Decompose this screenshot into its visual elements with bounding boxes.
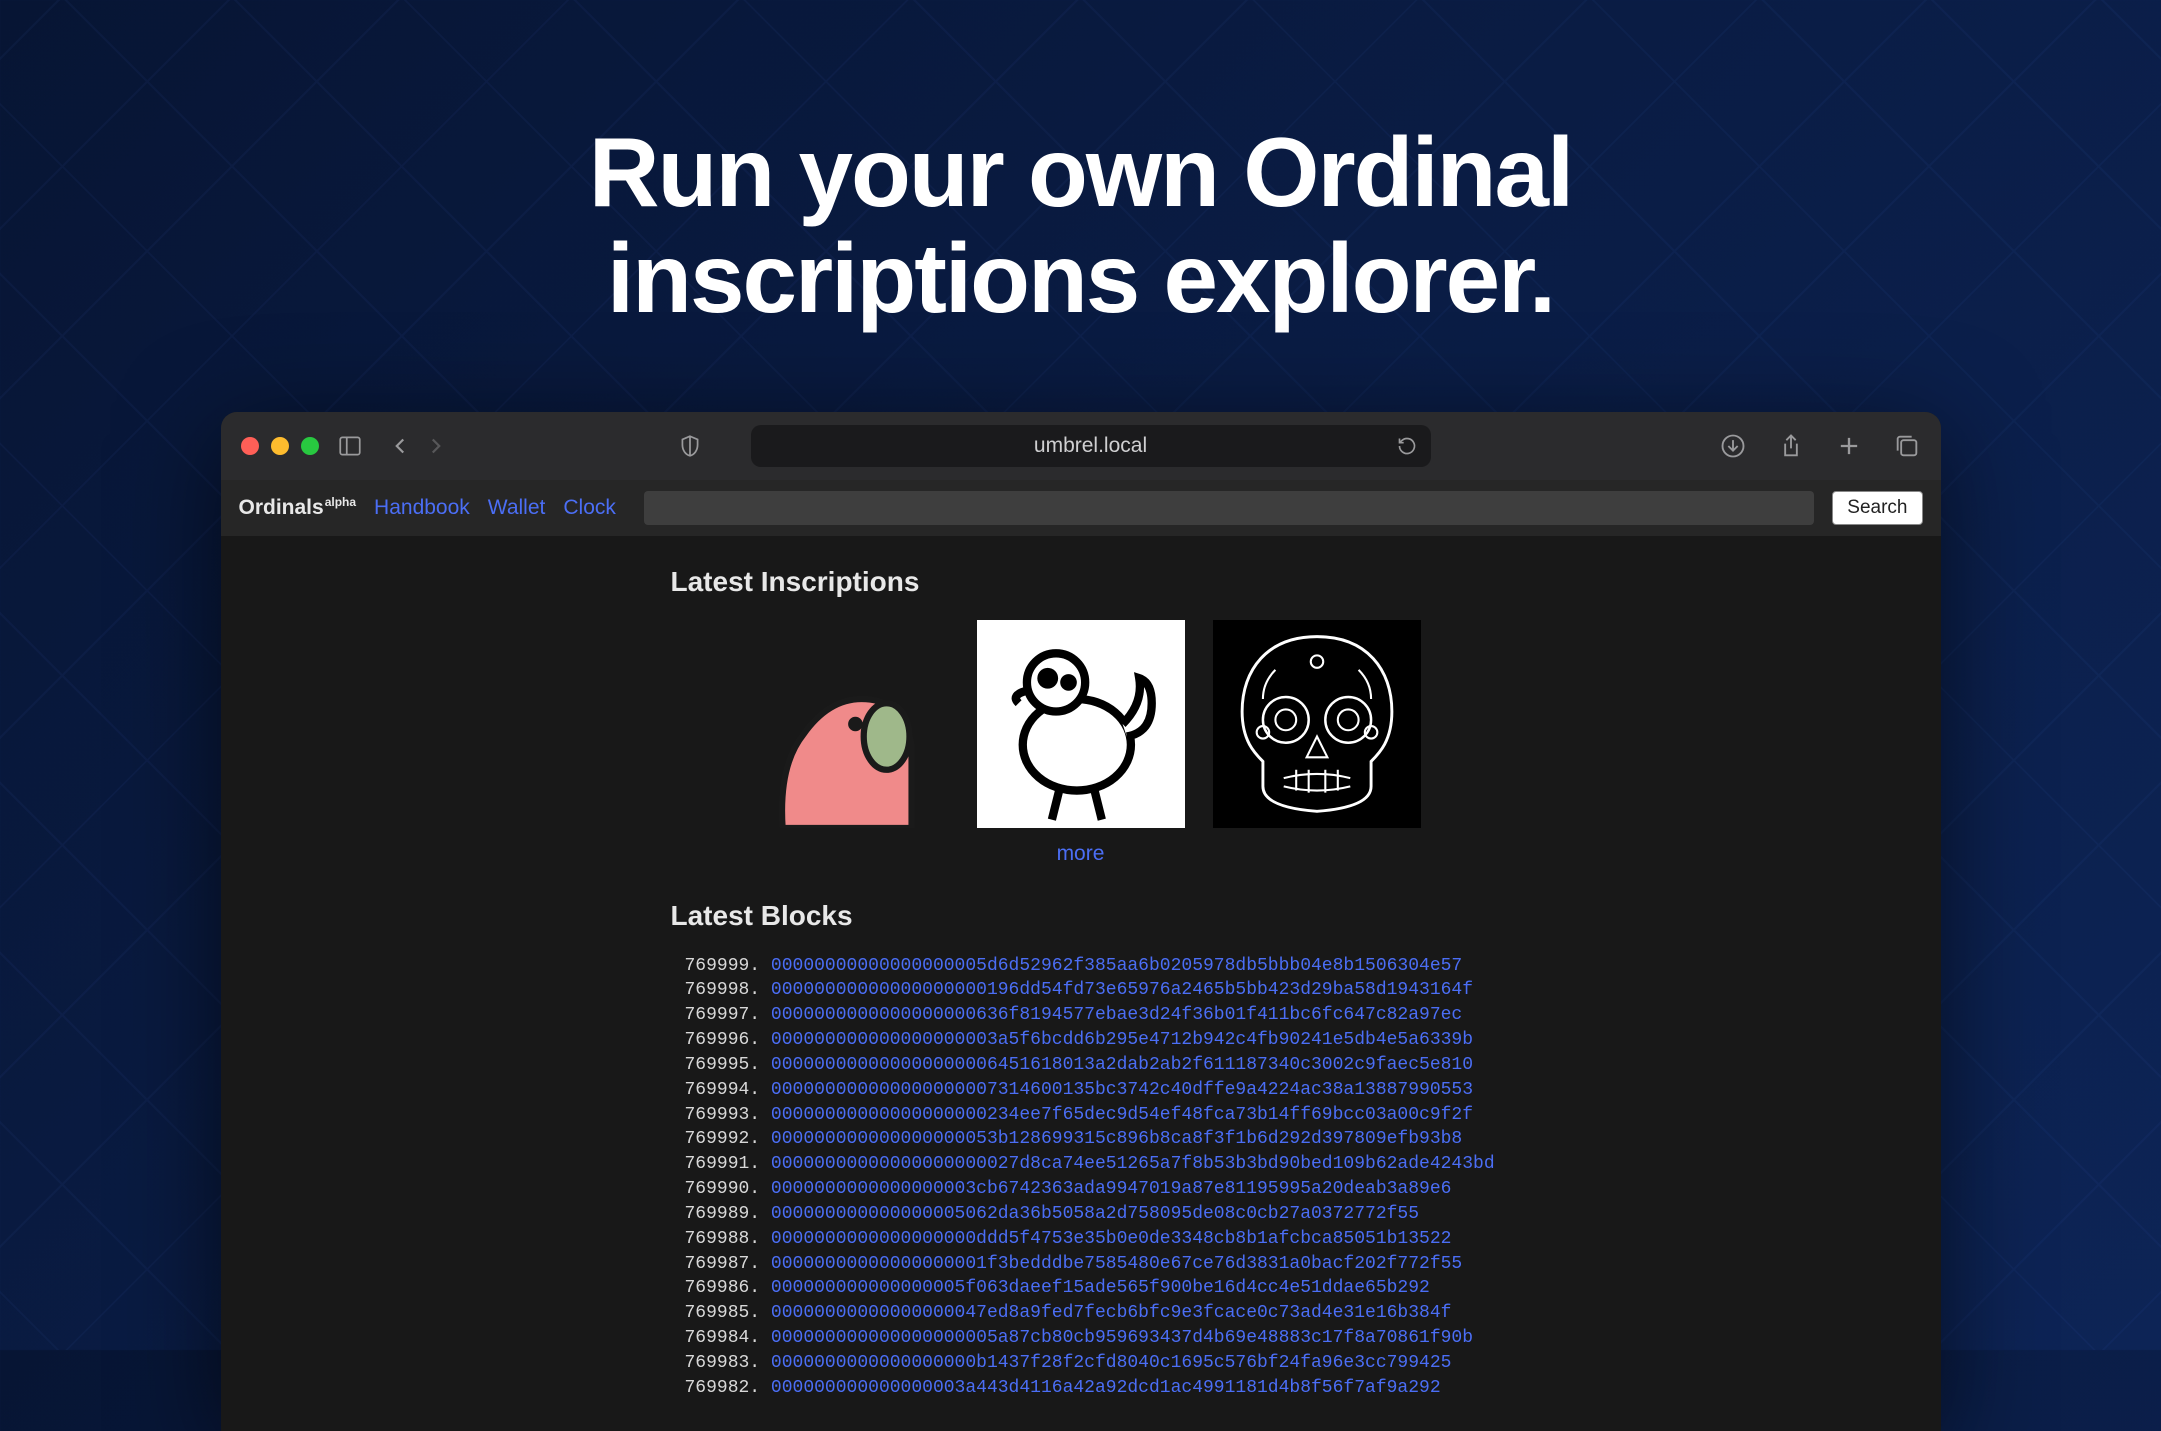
block-hash-link[interactable]: 00000000000000000005d6d52962f385aa6b0205… — [771, 956, 1462, 976]
block-height: 769990. — [685, 1179, 771, 1199]
nav-wallet[interactable]: Wallet — [488, 496, 546, 520]
block-row: 769986. 000000000000000005f063daeef15ade… — [685, 1276, 1491, 1301]
block-row: 769990. 0000000000000000003cb6742363ada9… — [685, 1177, 1491, 1202]
block-row: 769988. 0000000000000000000ddd5f4753e35b… — [685, 1227, 1491, 1252]
block-row: 769984. 000000000000000000005a87cb80cb95… — [685, 1326, 1491, 1351]
block-hash-link[interactable]: 000000000000000000003a5f6bcdd6b295e4712b… — [771, 1030, 1473, 1050]
block-height: 769985. — [685, 1303, 771, 1323]
block-hash-link[interactable]: 000000000000000000006451618013a2dab2ab2f… — [771, 1055, 1473, 1075]
block-height: 769993. — [685, 1105, 771, 1125]
nav-clock[interactable]: Clock — [563, 496, 616, 520]
url-text: umbrel.local — [1034, 434, 1147, 458]
page-content: Ordinalsalpha Handbook Wallet Clock Sear… — [221, 480, 1941, 1431]
block-row: 769996. 000000000000000000003a5f6bcdd6b2… — [685, 1028, 1491, 1053]
block-height: 769987. — [685, 1254, 771, 1274]
block-row: 769997. 0000000000000000000636f8194577eb… — [685, 1003, 1491, 1028]
block-height: 769997. — [685, 1005, 771, 1025]
search-input[interactable] — [644, 491, 1814, 525]
block-height: 769995. — [685, 1055, 771, 1075]
latest-blocks-heading: Latest Blocks — [671, 900, 1491, 932]
block-row: 769987. 00000000000000000001f3bedddbe758… — [685, 1252, 1491, 1277]
main-content: Latest Inscriptions — [671, 536, 1491, 1431]
block-hash-link[interactable]: 0000000000000000000ddd5f4753e35b0e0de334… — [771, 1229, 1452, 1249]
minimize-icon[interactable] — [271, 437, 289, 455]
block-height: 769988. — [685, 1229, 771, 1249]
window-controls — [241, 437, 319, 455]
block-hash-link[interactable]: 000000000000000003a443d4116a42a92dcd1ac4… — [771, 1378, 1441, 1398]
chrome-right-controls — [1719, 432, 1921, 460]
block-height: 769982. — [685, 1378, 771, 1398]
block-row: 769989. 000000000000000005062da36b5058a2… — [685, 1202, 1491, 1227]
block-height: 769983. — [685, 1353, 771, 1373]
privacy-shield-icon[interactable] — [677, 433, 703, 459]
block-row: 769983. 0000000000000000000b1437f28f2cfd… — [685, 1351, 1491, 1376]
block-hash-link[interactable]: 00000000000000000000196dd54fd73e65976a24… — [771, 980, 1473, 1000]
new-tab-icon[interactable] — [1835, 432, 1863, 460]
block-hash-link[interactable]: 00000000000000000000027d8ca74ee51265a7f8… — [771, 1154, 1495, 1174]
hero-title: Run your own Ordinal inscriptions explor… — [0, 0, 2161, 332]
latest-inscriptions-heading: Latest Inscriptions — [671, 566, 1491, 598]
block-hash-link[interactable]: 000000000000000000053b128699315c896b8ca8… — [771, 1129, 1462, 1149]
reload-icon[interactable] — [1397, 436, 1417, 456]
block-row: 769991. 00000000000000000000027d8ca74ee5… — [685, 1152, 1491, 1177]
block-height: 769992. — [685, 1129, 771, 1149]
maximize-icon[interactable] — [301, 437, 319, 455]
search-button[interactable]: Search — [1832, 491, 1922, 525]
back-icon[interactable] — [387, 433, 413, 459]
block-row: 769994. 000000000000000000007314600135bc… — [685, 1078, 1491, 1103]
browser-chrome: umbrel.local — [221, 412, 1941, 480]
block-hash-link[interactable]: 0000000000000000000636f8194577ebae3d24f3… — [771, 1005, 1462, 1025]
block-height: 769984. — [685, 1328, 771, 1348]
inscriptions-row — [671, 620, 1491, 828]
block-height: 769986. — [685, 1278, 771, 1298]
block-height: 769989. — [685, 1204, 771, 1224]
block-hash-link[interactable]: 000000000000000000005a87cb80cb959693437d… — [771, 1328, 1473, 1348]
block-row: 769993. 00000000000000000000234ee7f65dec… — [685, 1103, 1491, 1128]
block-hash-link[interactable]: 00000000000000000047ed8a9fed7fecb6bfc9e3… — [771, 1303, 1452, 1323]
block-hash-link[interactable]: 0000000000000000000b1437f28f2cfd8040c169… — [771, 1353, 1452, 1373]
block-hash-link[interactable]: 000000000000000005062da36b5058a2d758095d… — [771, 1204, 1419, 1224]
close-icon[interactable] — [241, 437, 259, 455]
block-height: 769998. — [685, 980, 771, 1000]
block-hash-link[interactable]: 00000000000000000001f3bedddbe7585480e67c… — [771, 1254, 1462, 1274]
app-topbar: Ordinalsalpha Handbook Wallet Clock Sear… — [221, 480, 1941, 536]
hero-line-1: Run your own Ordinal — [589, 117, 1573, 227]
more-link[interactable]: more — [671, 842, 1491, 866]
share-icon[interactable] — [1777, 432, 1805, 460]
block-height: 769991. — [685, 1154, 771, 1174]
browser-window: umbrel.local Ordinalsalpha Ha — [221, 412, 1941, 1431]
block-row: 769985. 00000000000000000047ed8a9fed7fec… — [685, 1301, 1491, 1326]
block-list: 769999. 00000000000000000005d6d52962f385… — [671, 954, 1491, 1401]
block-row: 769982. 000000000000000003a443d4116a42a9… — [685, 1376, 1491, 1401]
brand-text: Ordinals — [239, 496, 324, 519]
block-height: 769996. — [685, 1030, 771, 1050]
block-row: 769995. 000000000000000000006451618013a2… — [685, 1053, 1491, 1078]
hero-line-2: inscriptions explorer. — [607, 223, 1554, 333]
downloads-icon[interactable] — [1719, 432, 1747, 460]
block-hash-link[interactable]: 0000000000000000003cb6742363ada9947019a8… — [771, 1179, 1452, 1199]
brand-sup: alpha — [325, 495, 356, 509]
brand-logo[interactable]: Ordinalsalpha — [239, 495, 357, 520]
url-bar[interactable]: umbrel.local — [751, 425, 1431, 467]
block-hash-link[interactable]: 000000000000000000007314600135bc3742c40d… — [771, 1080, 1473, 1100]
block-row: 769998. 00000000000000000000196dd54fd73e… — [685, 978, 1491, 1003]
block-hash-link[interactable]: 00000000000000000000234ee7f65dec9d54ef48… — [771, 1105, 1473, 1125]
nav-handbook[interactable]: Handbook — [374, 496, 470, 520]
block-row: 769999. 00000000000000000005d6d52962f385… — [685, 954, 1491, 979]
nav-arrows — [387, 433, 449, 459]
block-height: 769999. — [685, 956, 771, 976]
block-height: 769994. — [685, 1080, 771, 1100]
inscription-thumb[interactable] — [977, 620, 1185, 828]
tab-overview-icon[interactable] — [1893, 432, 1921, 460]
inscription-thumb[interactable] — [1213, 620, 1421, 828]
forward-icon[interactable] — [423, 433, 449, 459]
block-hash-link[interactable]: 000000000000000005f063daeef15ade565f900b… — [771, 1278, 1430, 1298]
sidebar-toggle-icon[interactable] — [337, 433, 363, 459]
block-row: 769992. 000000000000000000053b128699315c… — [685, 1127, 1491, 1152]
inscription-thumb[interactable] — [741, 620, 949, 828]
